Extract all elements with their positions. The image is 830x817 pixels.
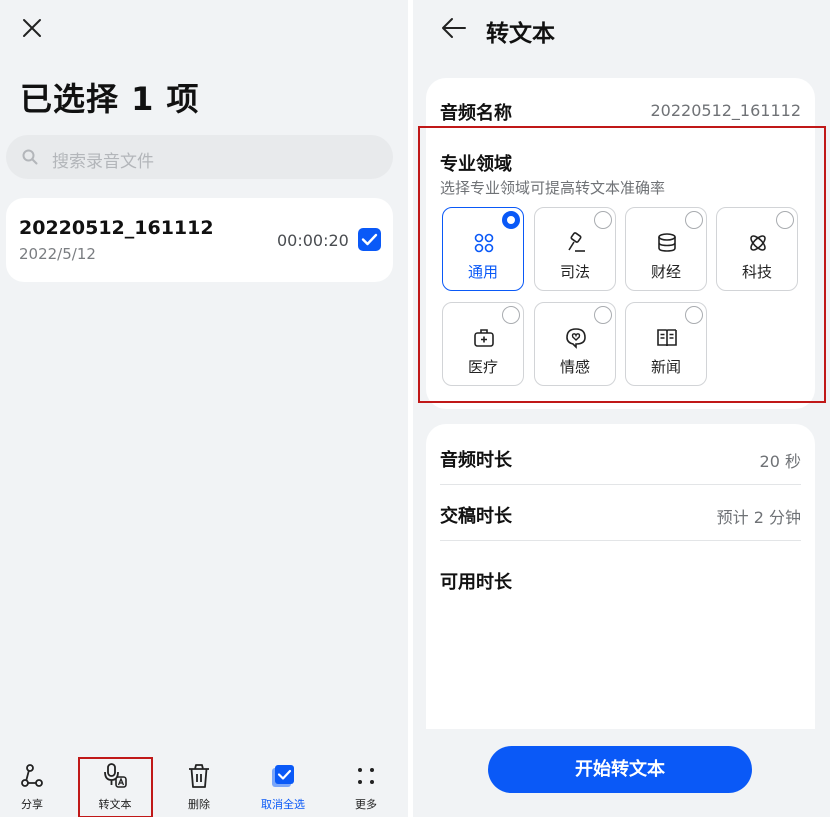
share-icon xyxy=(21,764,43,787)
highlight-box xyxy=(78,757,153,817)
check-icon xyxy=(361,233,378,246)
back-arrow-icon[interactable] xyxy=(441,16,467,40)
delivery-time-value: 预计 2 分钟 xyxy=(716,508,801,527)
audio-duration-label: 音频时长 xyxy=(440,450,512,471)
file-checkbox[interactable] xyxy=(358,228,381,251)
divider xyxy=(440,540,801,541)
more-icon xyxy=(358,768,374,784)
convert-to-text-panel: 转文本 音频名称 20220512_161112 专业领域 选择专业领域可提高转… xyxy=(413,0,830,817)
page-title: 转文本 xyxy=(486,21,555,47)
highlight-box xyxy=(418,126,826,403)
share-label: 分享 xyxy=(21,798,43,811)
deselect-all-label: 取消全选 xyxy=(261,798,305,811)
file-selection-panel: 已选择 1 项 搜索录音文件 20220512_161112 2022/5/12… xyxy=(0,0,408,817)
audio-duration-value: 20 秒 xyxy=(759,452,801,471)
more-label: 更多 xyxy=(355,798,377,811)
share-button[interactable]: 分享 xyxy=(0,762,67,812)
file-name: 20220512_161112 xyxy=(19,217,214,239)
more-button[interactable]: 更多 xyxy=(331,762,401,812)
duration-card: 音频时长 20 秒 交稿时长 预计 2 分钟 可用时长 xyxy=(426,424,815,729)
available-time-label: 可用时长 xyxy=(440,572,512,593)
delete-button[interactable]: 删除 xyxy=(164,762,234,812)
deselect-all-button[interactable]: 取消全选 xyxy=(248,762,318,812)
delivery-time-label: 交稿时长 xyxy=(440,506,512,527)
start-convert-button[interactable]: 开始转文本 xyxy=(488,746,752,793)
close-icon[interactable] xyxy=(20,16,44,40)
audio-name-label: 音频名称 xyxy=(440,103,512,124)
file-duration: 00:00:20 xyxy=(277,231,349,250)
divider xyxy=(440,484,801,485)
trash-icon xyxy=(189,764,209,788)
search-placeholder: 搜索录音文件 xyxy=(52,152,154,172)
audio-name-value: 20220512_161112 xyxy=(650,101,801,120)
page-title: 已选择 1 项 xyxy=(20,80,200,118)
search-icon xyxy=(22,149,38,165)
delete-label: 删除 xyxy=(188,798,210,811)
search-input[interactable]: 搜索录音文件 xyxy=(6,135,393,179)
bottom-toolbar: 分享 转文本 删除 取消全选 更多 xyxy=(0,750,408,817)
file-date: 2022/5/12 xyxy=(19,245,96,263)
list-item[interactable]: 20220512_161112 2022/5/12 00:00:20 xyxy=(6,198,393,282)
deselect-all-icon xyxy=(272,765,294,787)
